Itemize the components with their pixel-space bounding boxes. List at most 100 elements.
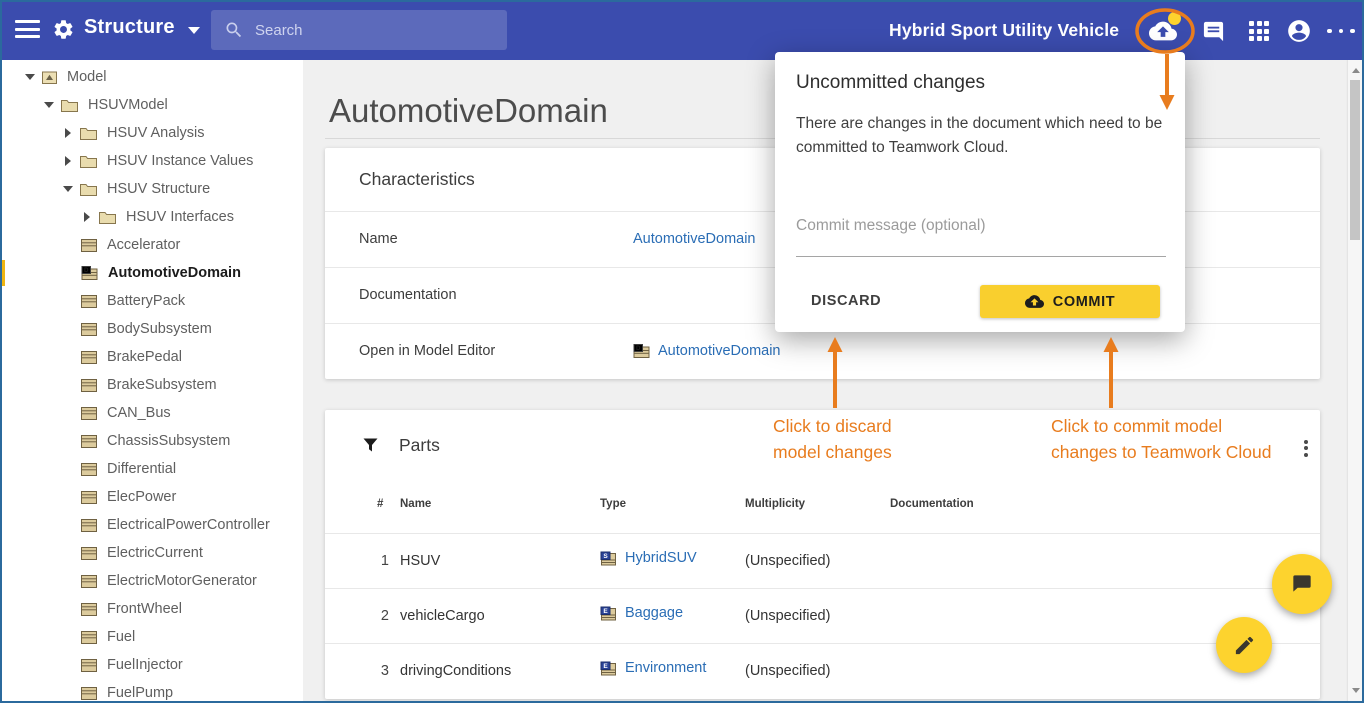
tree-item-hsuv-interfaces[interactable]: HSUV Interfaces [0, 203, 285, 231]
model-icon [42, 71, 57, 84]
scroll-down-icon[interactable] [1352, 688, 1360, 693]
tree-item-label: ElectricCurrent [107, 545, 203, 561]
block-icon [81, 323, 97, 336]
tree-item-electriccurrent[interactable]: ElectricCurrent [0, 539, 285, 567]
main-scrollbar-thumb[interactable] [1350, 80, 1360, 240]
tree-item-label: AutomotiveDomain [108, 265, 241, 281]
tree-item-brakepedal[interactable]: BrakePedal [0, 343, 285, 371]
model-editor-link[interactable]: DAutomotiveDomain [633, 343, 781, 359]
commit-changes-button[interactable] [1146, 14, 1180, 48]
block-icon [81, 463, 97, 476]
row-number: 1 [373, 553, 389, 569]
comments-icon[interactable] [1196, 14, 1230, 48]
characteristic-label: Open in Model Editor [359, 343, 495, 359]
filter-icon[interactable] [363, 438, 378, 457]
tree-item-accelerator[interactable]: Accelerator [0, 231, 285, 259]
collapse-caret-icon[interactable] [43, 100, 55, 110]
search-input[interactable] [255, 10, 495, 50]
tree-item-label: BodySubsystem [107, 321, 212, 337]
selection-indicator [0, 260, 5, 286]
tree-item-label: Model [67, 69, 107, 85]
block-type-icon: E [600, 661, 617, 676]
part-type-link[interactable]: SHybridSUV [600, 550, 697, 566]
tree-item-fuelpump[interactable]: FuelPump [0, 679, 285, 701]
block-icon [81, 603, 97, 616]
characteristic-label: Name [359, 231, 398, 247]
part-type-link[interactable]: EBaggage [600, 605, 683, 621]
block-icon [81, 547, 97, 560]
app-header: Structure Hybrid Sport Utility Vehicle [0, 0, 1364, 60]
parts-menu-icon[interactable] [1304, 438, 1308, 459]
block-icon [81, 631, 97, 644]
tree-item-hsuv-structure[interactable]: HSUV Structure [0, 175, 285, 203]
column-header-documentation: Documentation [890, 498, 974, 510]
tree-item-can-bus[interactable]: CAN_Bus [0, 399, 285, 427]
chevron-down-icon[interactable] [188, 27, 200, 34]
tree-item-batterypack[interactable]: BatteryPack [0, 287, 285, 315]
tree-item-hsuv-instance-values[interactable]: HSUV Instance Values [0, 147, 285, 175]
tree-item-label: FuelPump [107, 685, 173, 701]
svg-text:D: D [636, 345, 641, 352]
tree-item-electricmotorgenerator[interactable]: ElectricMotorGenerator [0, 567, 285, 595]
cloud-upload-icon [1025, 292, 1044, 311]
collapse-caret-icon[interactable] [62, 184, 74, 194]
tree-item-label: Accelerator [107, 237, 180, 253]
tree-item-elecpower[interactable]: ElecPower [0, 483, 285, 511]
discard-button[interactable]: DISCARD [797, 284, 895, 318]
block-icon [81, 379, 97, 392]
row-number: 3 [373, 663, 389, 679]
model-tree-panel: Model HSUVModel HSUV Analysis HSUV Instance… [0, 60, 303, 701]
tree-item-fuelinjector[interactable]: FuelInjector [0, 651, 285, 679]
block-icon [81, 239, 97, 252]
scroll-up-icon[interactable] [1352, 68, 1360, 73]
parts-row-vehiclecargo: 2vehicleCargoEBaggage(Unspecified) [325, 588, 1320, 643]
edit-fab[interactable] [1216, 617, 1272, 673]
expand-caret-icon[interactable] [62, 128, 74, 138]
row-number: 2 [373, 608, 389, 624]
collapse-caret-icon[interactable] [24, 72, 36, 82]
part-type-link[interactable]: EEnvironment [600, 660, 706, 676]
block-icon [81, 519, 97, 532]
block-icon [81, 575, 97, 588]
apps-grid-icon[interactable] [1242, 14, 1276, 48]
commit-message-input[interactable] [796, 202, 1166, 257]
tree-item-label: ElecPower [107, 489, 176, 505]
name-value-link[interactable]: AutomotiveDomain [633, 231, 756, 247]
block-icon [81, 295, 97, 308]
expand-caret-icon[interactable] [62, 156, 74, 166]
tree-item-electricalpowercontroller[interactable]: ElectricalPowerController [0, 511, 285, 539]
popup-title: Uncommitted changes [796, 72, 985, 94]
tree-item-label: HSUVModel [88, 97, 168, 113]
part-name: HSUV [400, 553, 440, 569]
comments-fab[interactable] [1272, 554, 1332, 614]
tree-item-chassissubsystem[interactable]: ChassisSubsystem [0, 427, 285, 455]
tree-item-brakesubsystem[interactable]: BrakeSubsystem [0, 371, 285, 399]
gear-icon[interactable] [52, 18, 75, 46]
model-tree: Model HSUVModel HSUV Analysis HSUV Instance… [0, 63, 285, 701]
tree-item-hsuv-analysis[interactable]: HSUV Analysis [0, 119, 285, 147]
tree-item-differential[interactable]: Differential [0, 455, 285, 483]
folder-icon [99, 211, 116, 224]
part-multiplicity: (Unspecified) [745, 663, 830, 679]
tree-item-frontwheel[interactable]: FrontWheel [0, 595, 285, 623]
tree-item-fuel[interactable]: Fuel [0, 623, 285, 651]
view-selector-label[interactable]: Structure [84, 16, 175, 39]
commit-button[interactable]: COMMIT [980, 285, 1160, 318]
tree-item-label: HSUV Interfaces [126, 209, 234, 225]
domain-icon: D [81, 266, 98, 280]
tree-item-label: HSUV Instance Values [107, 153, 253, 169]
tree-item-label: ElectricMotorGenerator [107, 573, 257, 589]
main-scrollbar[interactable] [1347, 60, 1362, 701]
uncommitted-changes-popup: Uncommitted changes There are changes in… [775, 52, 1185, 332]
search-box[interactable] [211, 10, 507, 50]
tree-item-hsuvmodel[interactable]: HSUVModel [0, 91, 285, 119]
uncommitted-changes-badge [1168, 12, 1181, 25]
account-icon[interactable] [1282, 14, 1316, 48]
tree-item-model[interactable]: Model [0, 63, 285, 91]
tree-item-bodysubsystem[interactable]: BodySubsystem [0, 315, 285, 343]
tree-item-label: Differential [107, 461, 176, 477]
menu-icon[interactable] [15, 20, 40, 40]
more-options-icon[interactable] [1324, 14, 1358, 48]
expand-caret-icon[interactable] [81, 212, 93, 222]
tree-item-automotivedomain[interactable]: D AutomotiveDomain [0, 259, 285, 287]
